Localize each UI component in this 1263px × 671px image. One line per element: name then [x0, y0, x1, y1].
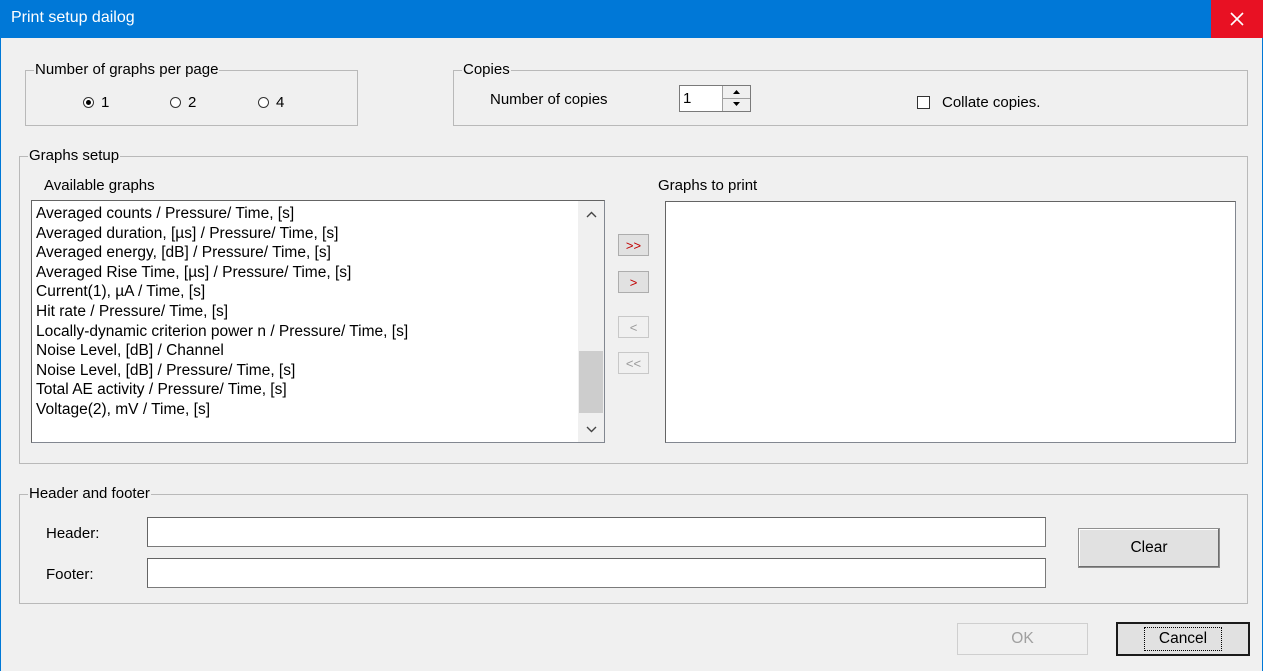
radio-button-icon [170, 97, 181, 108]
window-frame-left [0, 38, 1, 671]
chevron-down-icon [586, 426, 596, 432]
remove-all-button[interactable]: << [618, 352, 649, 374]
graphs-setup-legend: Graphs setup [28, 147, 121, 164]
list-item[interactable]: Total AE activity / Pressure/ Time, [s] [36, 380, 408, 400]
header-field-box [147, 517, 1046, 547]
footer-input[interactable] [148, 559, 1045, 587]
close-button[interactable] [1211, 0, 1263, 38]
graphs-to-print-list[interactable] [665, 201, 1236, 443]
available-graphs-label: Available graphs [44, 177, 155, 194]
vertical-scrollbar[interactable] [578, 201, 604, 442]
list-item[interactable]: Averaged duration, [µs] / Pressure/ Time… [36, 224, 408, 244]
radio-graphs-4[interactable]: 4 [258, 94, 284, 111]
list-item[interactable]: Averaged counts / Pressure/ Time, [s] [36, 204, 408, 224]
scroll-thumb[interactable] [579, 351, 603, 413]
copies-legend: Copies [462, 61, 511, 78]
list-item[interactable]: Locally-dynamic criterion power n / Pres… [36, 322, 408, 342]
available-graphs-items: Averaged counts / Pressure/ Time, [s] Ave… [36, 204, 408, 420]
checkbox-icon [917, 96, 930, 109]
spin-down-button[interactable] [723, 98, 750, 110]
list-item[interactable]: Voltage(2), mV / Time, [s] [36, 400, 408, 420]
list-item[interactable]: Noise Level, [dB] / Channel [36, 341, 408, 361]
list-item[interactable]: Noise Level, [dB] / Pressure/ Time, [s] [36, 361, 408, 381]
header-footer-legend: Header and footer [28, 485, 151, 502]
add-button[interactable]: > [618, 271, 649, 293]
graphs-to-print-label: Graphs to print [658, 177, 758, 194]
list-item[interactable]: Averaged Rise Time, [µs] / Pressure/ Tim… [36, 263, 408, 283]
radio-graphs-1[interactable]: 1 [83, 94, 109, 111]
header-input[interactable] [148, 518, 1045, 546]
radio-label: 2 [188, 94, 197, 111]
radio-button-icon [258, 97, 269, 108]
number-of-copies-spinner [679, 85, 751, 112]
number-of-copies-input[interactable] [683, 89, 723, 108]
radio-graphs-2[interactable]: 2 [170, 94, 196, 111]
list-item[interactable]: Hit rate / Pressure/ Time, [s] [36, 302, 408, 322]
cancel-button-label: Cancel [1143, 627, 1223, 651]
scroll-up-button[interactable] [578, 203, 604, 225]
radio-label: 1 [101, 94, 110, 111]
spin-buttons [722, 86, 750, 111]
scroll-down-button[interactable] [578, 418, 604, 440]
collate-copies-checkbox[interactable]: Collate copies. [917, 94, 1040, 111]
remove-button[interactable]: < [618, 316, 649, 338]
clear-button[interactable]: Clear [1078, 528, 1220, 568]
radio-label: 4 [276, 94, 285, 111]
collate-copies-label: Collate copies. [942, 94, 1041, 111]
close-icon [1230, 12, 1244, 26]
footer-label: Footer: [46, 566, 94, 583]
chevron-up-icon [586, 211, 596, 217]
list-item[interactable]: Averaged energy, [dB] / Pressure/ Time, … [36, 243, 408, 263]
number-of-copies-label: Number of copies [490, 91, 608, 108]
available-graphs-list[interactable]: Averaged counts / Pressure/ Time, [s] Ave… [31, 200, 605, 443]
spin-up-icon [733, 90, 740, 94]
footer-field-box [147, 558, 1046, 588]
cancel-button[interactable]: Cancel [1116, 622, 1250, 656]
ok-button[interactable]: OK [957, 623, 1088, 655]
graphs-per-page-legend: Number of graphs per page [34, 61, 220, 78]
spin-down-icon [733, 102, 740, 106]
list-item[interactable]: Current(1), µA / Time, [s] [36, 282, 408, 302]
header-label: Header: [46, 525, 100, 542]
radio-button-icon [83, 97, 94, 108]
add-all-button[interactable]: >> [618, 234, 649, 256]
window-title: Print setup dailog [11, 9, 135, 26]
title-bar: Print setup dailog [0, 0, 1263, 38]
